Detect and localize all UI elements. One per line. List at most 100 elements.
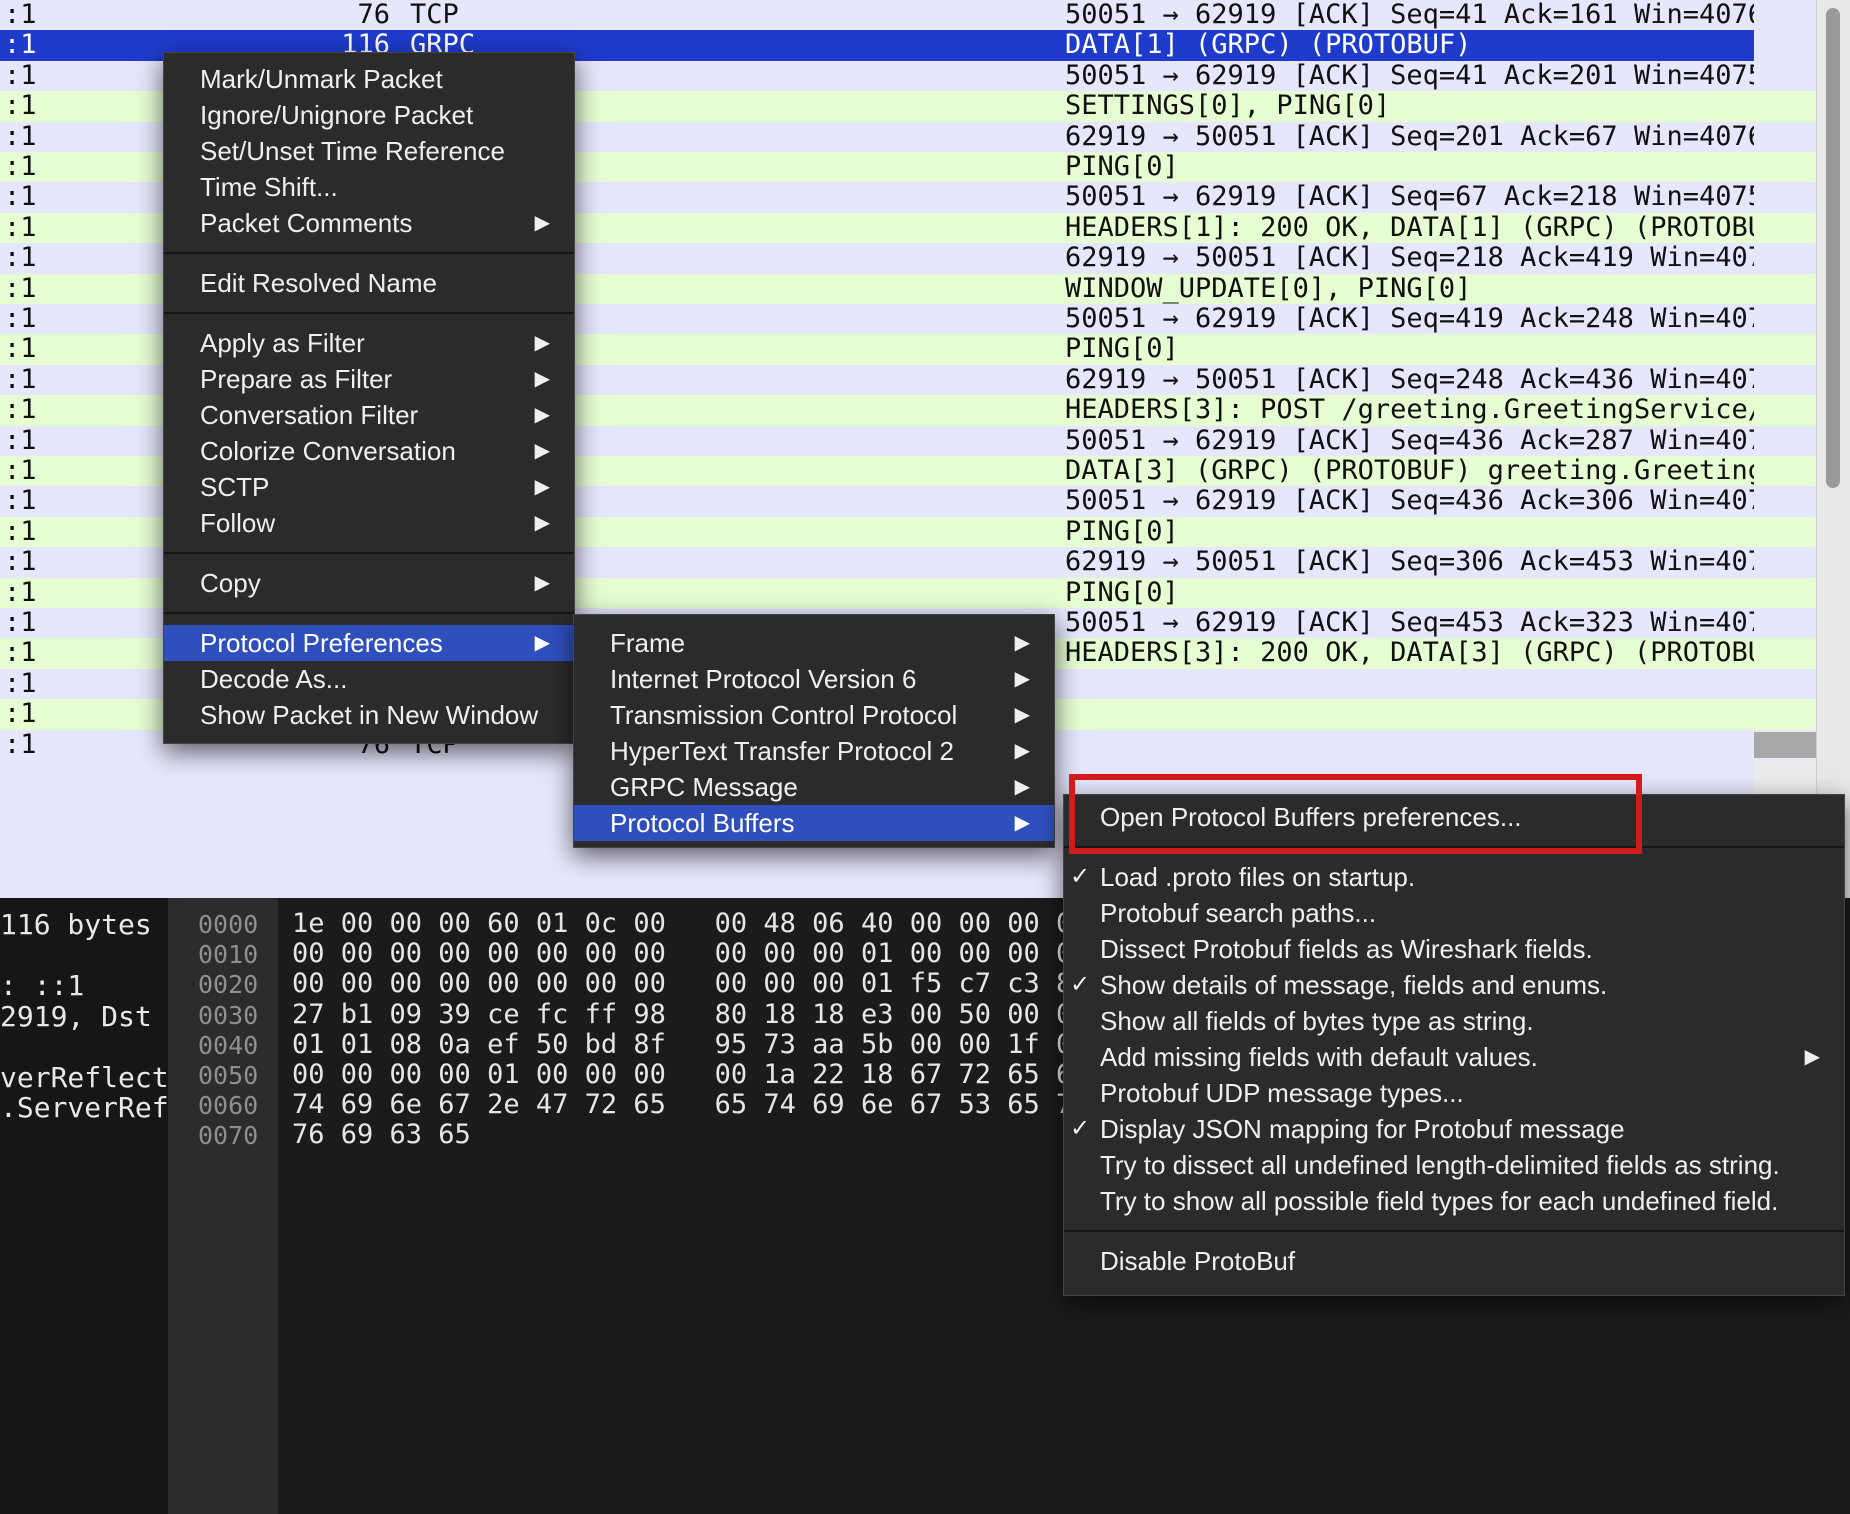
minimap-stripe (1754, 334, 1816, 365)
menu-item-protocol-buffers[interactable]: Protocol Buffers ▶ (574, 805, 1054, 841)
minimap-marker (1754, 732, 1816, 758)
menu-item-protocol-preferences[interactable]: Protocol Preferences ▶ (164, 625, 574, 661)
hex-offset: 0000 (198, 910, 259, 939)
packet-info: 62919 → 50051 [ACK] Seq=248 Ack=436 Win=… (1065, 364, 1754, 395)
menu-item-edit-resolved-name[interactable]: Edit Resolved Name (164, 265, 574, 301)
menu-item-display-json-mapping-for-protobuf-message[interactable]: ✓ Display JSON mapping for Protobuf messa… (1064, 1111, 1844, 1147)
minimap-stripe (1754, 0, 1816, 31)
packet-info: 50051 → 62919 [ACK] Seq=419 Ack=248 Win=… (1065, 304, 1754, 334)
minimap-stripe (1754, 577, 1816, 608)
packet-source: :1 (4, 395, 37, 426)
packet-source: :1 (4, 364, 37, 395)
menu-item-label: Protobuf search paths... (1100, 898, 1377, 928)
packet-source: :1 (4, 668, 37, 699)
hex-bytes-line[interactable]: 27 b1 09 39 ce fc ff 98 80 18 18 e3 00 5… (292, 999, 1089, 1030)
menu-item-ignore-unignore-packet[interactable]: Ignore/Unignore Packet (164, 97, 574, 133)
hex-bytes-line[interactable]: 1e 00 00 00 60 01 0c 00 00 48 06 40 00 0… (292, 908, 1089, 939)
menu-item-colorize-conversation[interactable]: Colorize Conversation ▶ (164, 433, 574, 469)
menu-item-mark-unmark-packet[interactable]: Mark/Unmark Packet (164, 61, 574, 97)
menu-item-show-details-of-message-fields-and-enums[interactable]: ✓ Show details of message, fields and enu… (1064, 967, 1844, 1003)
menu-item-label: Edit Resolved Name (200, 268, 437, 298)
packet-source: :1 (4, 0, 37, 30)
packet-info: 50051 → 62919 [ACK] Seq=41 Ack=161 Win=4… (1065, 0, 1754, 30)
packet-info: 50051 → 62919 [ACK] Seq=67 Ack=218 Win=4… (1065, 182, 1754, 213)
packet-info: SETTINGS[0], PING[0] (1065, 91, 1391, 122)
packet-context-menu: Mark/Unmark Packet Ignore/Unignore Packet… (163, 52, 575, 744)
checkmark-icon: ✓ (1070, 971, 1091, 998)
scrollbar-thumb[interactable] (1826, 8, 1840, 488)
menu-item-copy[interactable]: Copy ▶ (164, 565, 574, 601)
menu-item-dissect-protobuf-fields-as-wireshark-fields[interactable]: Dissect Protobuf fields as Wireshark fie… (1064, 931, 1844, 967)
minimap-stripe (1754, 699, 1816, 730)
menu-item-internet-protocol-version-6[interactable]: Internet Protocol Version 6 ▶ (574, 661, 1054, 697)
menu-item-try-to-dissect-all-undefined-length-delimited-fields-as-string[interactable]: Try to dissect all undefined length-deli… (1064, 1147, 1844, 1183)
pane-splitter[interactable] (168, 898, 184, 1514)
hex-bytes-line[interactable]: 01 01 08 0a ef 50 bd 8f 95 73 aa 5b 00 0… (292, 1029, 1089, 1060)
packet-details-pane[interactable]: 116 bytes c: ::1 2919, Dst PverReflecti .S… (0, 898, 168, 1514)
menu-item-set-unset-time-reference[interactable]: Set/Unset Time Reference (164, 133, 574, 169)
menu-item-add-missing-fields-with-default-values[interactable]: Add missing fields with default values. ▶ (1064, 1039, 1844, 1075)
minimap-stripe (1754, 243, 1816, 274)
menu-item-label: HyperText Transfer Protocol 2 (610, 736, 954, 766)
hex-offset: 0050 (198, 1061, 259, 1090)
menu-item-label: Ignore/Unignore Packet (200, 100, 474, 130)
detail-line[interactable]: : ::1 (0, 969, 84, 1002)
menu-item-label: Try to show all possible field types for… (1100, 1186, 1779, 1216)
hex-bytes-line[interactable]: 74 69 6e 67 2e 47 72 65 65 74 69 6e 67 5… (292, 1089, 1089, 1120)
menu-separator (164, 612, 574, 614)
menu-item-conversation-filter[interactable]: Conversation Filter ▶ (164, 397, 574, 433)
menu-item-transmission-control-protocol[interactable]: Transmission Control Protocol ▶ (574, 697, 1054, 733)
hex-offset: 0020 (198, 970, 259, 1000)
menu-item-follow[interactable]: Follow ▶ (164, 505, 574, 541)
menu-item-decode-as[interactable]: Decode As... (164, 661, 574, 697)
checkmark-icon: ✓ (1070, 1115, 1091, 1142)
minimap-stripe (1754, 304, 1816, 335)
menu-item-disable-protobuf[interactable]: Disable ProtoBuf (1064, 1243, 1844, 1279)
packet-info: 62919 → 50051 [ACK] Seq=306 Ack=453 Win=… (1065, 547, 1754, 578)
packet-row[interactable]: :1 76 TCP 50051 → 62919 [ACK] Seq=41 Ack=16… (0, 0, 1754, 31)
submenu-arrow-icon: ▶ (534, 512, 550, 534)
menu-item-prepare-as-filter[interactable]: Prepare as Filter ▶ (164, 361, 574, 397)
menu-item-label: Set/Unset Time Reference (200, 136, 505, 166)
menu-item-show-packet-in-new-window[interactable]: Show Packet in New Window (164, 697, 574, 733)
detail-line[interactable]: .ServerRefl (0, 1091, 168, 1124)
menu-item-label: Internet Protocol Version 6 (610, 664, 917, 694)
minimap-stripe (1754, 212, 1816, 244)
menu-item-protobuf-search-paths[interactable]: Protobuf search paths... (1064, 895, 1844, 931)
menu-item-label: Time Shift... (200, 172, 338, 202)
packet-info: DATA[3] (GRPC) (PROTOBUF) greeting.Greet… (1065, 456, 1754, 486)
menu-item-frame[interactable]: Frame ▶ (574, 625, 1054, 661)
hex-offset: 0040 (198, 1030, 259, 1060)
menu-item-label: GRPC Message (610, 772, 798, 802)
menu-item-apply-as-filter[interactable]: Apply as Filter ▶ (164, 325, 574, 361)
detail-line[interactable]: 2919, Dst P (0, 1000, 168, 1033)
menu-item-try-to-show-all-possible-field-types-for-each-undefined-field[interactable]: Try to show all possible field types for… (1064, 1183, 1844, 1219)
menu-item-hypertext-transfer-protocol-2[interactable]: HyperText Transfer Protocol 2 ▶ (574, 733, 1054, 769)
menu-item-show-all-fields-of-bytes-type-as-string[interactable]: Show all fields of bytes type as string. (1064, 1003, 1844, 1039)
menu-item-sctp[interactable]: SCTP ▶ (164, 469, 574, 505)
hex-bytes-line[interactable]: 00 00 00 00 00 00 00 00 00 00 00 01 f5 c… (292, 968, 1089, 999)
hex-bytes-line[interactable]: 76 69 63 65 (292, 1119, 471, 1150)
packet-source: :1 (4, 60, 37, 91)
submenu-arrow-icon: ▶ (534, 212, 550, 234)
menu-item-label: Protobuf UDP message types... (1100, 1078, 1464, 1108)
submenu-arrow-icon: ▶ (534, 440, 550, 462)
menu-item-grpc-message[interactable]: GRPC Message ▶ (574, 769, 1054, 805)
packet-source: :1 (4, 699, 37, 730)
menu-item-protobuf-udp-message-types[interactable]: Protobuf UDP message types... (1064, 1075, 1844, 1111)
menu-item-packet-comments[interactable]: Packet Comments ▶ (164, 205, 574, 241)
menu-item-label: Show details of message, fields and enum… (1100, 970, 1608, 1000)
packet-protocol: TCP (410, 0, 459, 30)
packet-info: 50051 → 62919 [ACK] Seq=436 Ack=306 Win=… (1065, 486, 1754, 517)
menu-item-load-proto-files-on-startup[interactable]: ✓ Load .proto files on startup. (1064, 859, 1844, 895)
packet-source: :1 (4, 273, 37, 304)
hex-bytes-line[interactable]: 00 00 00 00 01 00 00 00 00 1a 22 18 67 7… (292, 1059, 1089, 1090)
menu-separator (164, 552, 574, 554)
detail-line[interactable]: verReflecti (0, 1061, 168, 1094)
detail-line[interactable]: 116 bytes c (0, 908, 168, 941)
packet-source: :1 (4, 334, 37, 365)
menu-item-time-shift[interactable]: Time Shift... (164, 169, 574, 205)
protocol-buffers-submenu: Open Protocol Buffers preferences... ✓ Loa… (1063, 794, 1845, 1296)
minimap-stripe (1754, 486, 1816, 517)
hex-bytes-line[interactable]: 00 00 00 00 00 00 00 00 00 00 00 01 00 0… (292, 938, 1089, 969)
